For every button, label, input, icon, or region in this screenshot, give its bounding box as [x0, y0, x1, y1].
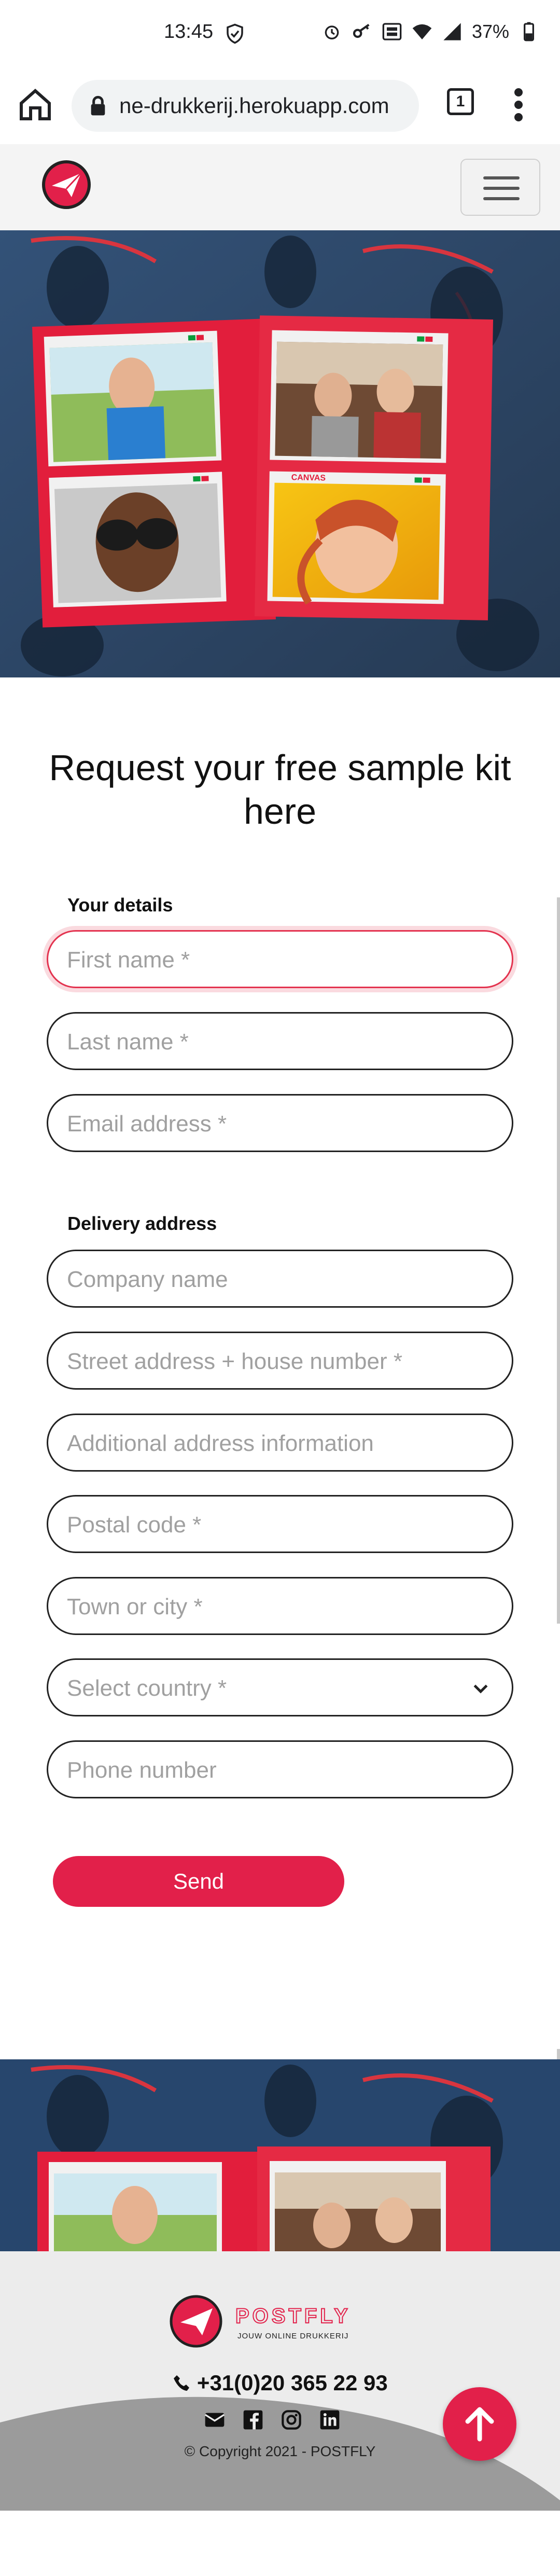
instagram-icon[interactable]: [281, 2409, 302, 2430]
home-icon[interactable]: [17, 86, 54, 123]
battery-icon: [524, 22, 534, 41]
browser-toolbar: ne-drukkerij.herokuapp.com 1: [0, 67, 560, 145]
town-city-field[interactable]: Town or city *: [47, 1577, 513, 1635]
first-name-placeholder: First name *: [67, 947, 190, 973]
hamburger-line: [483, 187, 520, 190]
town-city-placeholder: Town or city *: [67, 1594, 203, 1619]
footer-tagline: JOUW ONLINE DRUKKERIJ: [237, 2332, 348, 2340]
footer-logo[interactable]: POSTFLY JOUW ONLINE DRUKKERIJ: [169, 2293, 391, 2350]
lock-icon: [91, 95, 105, 116]
last-name-field[interactable]: Last name *: [47, 1012, 513, 1070]
battery-percent: 37%: [471, 21, 509, 42]
hero-image: CANVAS: [0, 230, 560, 677]
last-name-placeholder: Last name *: [67, 1029, 189, 1055]
wifi-icon: [412, 24, 432, 39]
sample-kit-photo: CANVAS: [0, 230, 560, 677]
canvas-label: CANVAS: [291, 473, 326, 482]
email-field[interactable]: Email address *: [47, 1094, 513, 1152]
page-bottom: [0, 2511, 560, 2576]
company-name-placeholder: Company name: [67, 1267, 228, 1292]
mail-icon[interactable]: [204, 2409, 225, 2430]
delivery-address-label: Delivery address: [67, 1213, 217, 1234]
social-links: [204, 2409, 340, 2430]
footer-banner-image: [0, 2059, 560, 2251]
postal-code-placeholder: Postal code *: [67, 1512, 202, 1538]
linkedin-icon[interactable]: [319, 2409, 340, 2430]
volte-icon: [382, 23, 402, 40]
page-scrollbar[interactable]: [557, 897, 560, 1624]
sample-kit-photo-cropped: [0, 2059, 560, 2251]
phone-number-field[interactable]: Phone number: [47, 1740, 513, 1798]
status-time: 13:45: [164, 21, 214, 43]
status-bar: 13:45 37%: [0, 0, 560, 67]
street-address-placeholder: Street address + house number *: [67, 1349, 402, 1374]
street-address-field[interactable]: Street address + house number *: [47, 1332, 513, 1390]
phone-number-placeholder: Phone number: [67, 1757, 217, 1783]
country-select[interactable]: Select country *: [47, 1658, 513, 1716]
additional-address-field[interactable]: Additional address information: [47, 1414, 513, 1472]
site-footer: POSTFLY JOUW ONLINE DRUKKERIJ +31(0)20 3…: [0, 2251, 560, 2511]
arrow-up-icon: [465, 2407, 494, 2442]
your-details-label: Your details: [67, 894, 173, 916]
country-placeholder: Select country *: [67, 1675, 227, 1701]
facebook-icon[interactable]: [243, 2409, 263, 2430]
site-header: [0, 144, 560, 230]
alarm-icon: [325, 25, 339, 39]
email-placeholder: Email address *: [67, 1111, 227, 1137]
footer-brand: POSTFLY: [235, 2305, 351, 2328]
signal-icon: [443, 23, 461, 40]
status-icons: 37%: [321, 21, 539, 43]
phone-icon: [174, 2375, 190, 2391]
form-title: Request your free sample kit here: [49, 747, 511, 832]
shield-icon: [227, 23, 243, 44]
url-text[interactable]: ne-drukkerij.herokuapp.com: [119, 93, 389, 118]
menu-toggle-button[interactable]: [460, 159, 540, 216]
key-icon: [353, 23, 370, 38]
address-bar[interactable]: ne-drukkerij.herokuapp.com: [72, 80, 419, 132]
chevron-down-icon: [473, 1684, 488, 1694]
company-name-field[interactable]: Company name: [47, 1250, 513, 1308]
footer-phone-number[interactable]: +31(0)20 365 22 93: [197, 2371, 388, 2395]
send-button[interactable]: Send: [53, 1856, 344, 1907]
first-name-field[interactable]: First name *: [47, 930, 513, 988]
tab-switcher-button[interactable]: 1: [447, 88, 474, 115]
more-options-icon[interactable]: [508, 86, 529, 123]
postal-code-field[interactable]: Postal code *: [47, 1495, 513, 1553]
hamburger-line: [483, 197, 520, 200]
site-logo[interactable]: [41, 160, 91, 210]
additional-address-placeholder: Additional address information: [67, 1431, 374, 1456]
back-to-top-button[interactable]: [443, 2387, 516, 2461]
hamburger-line: [483, 176, 520, 179]
